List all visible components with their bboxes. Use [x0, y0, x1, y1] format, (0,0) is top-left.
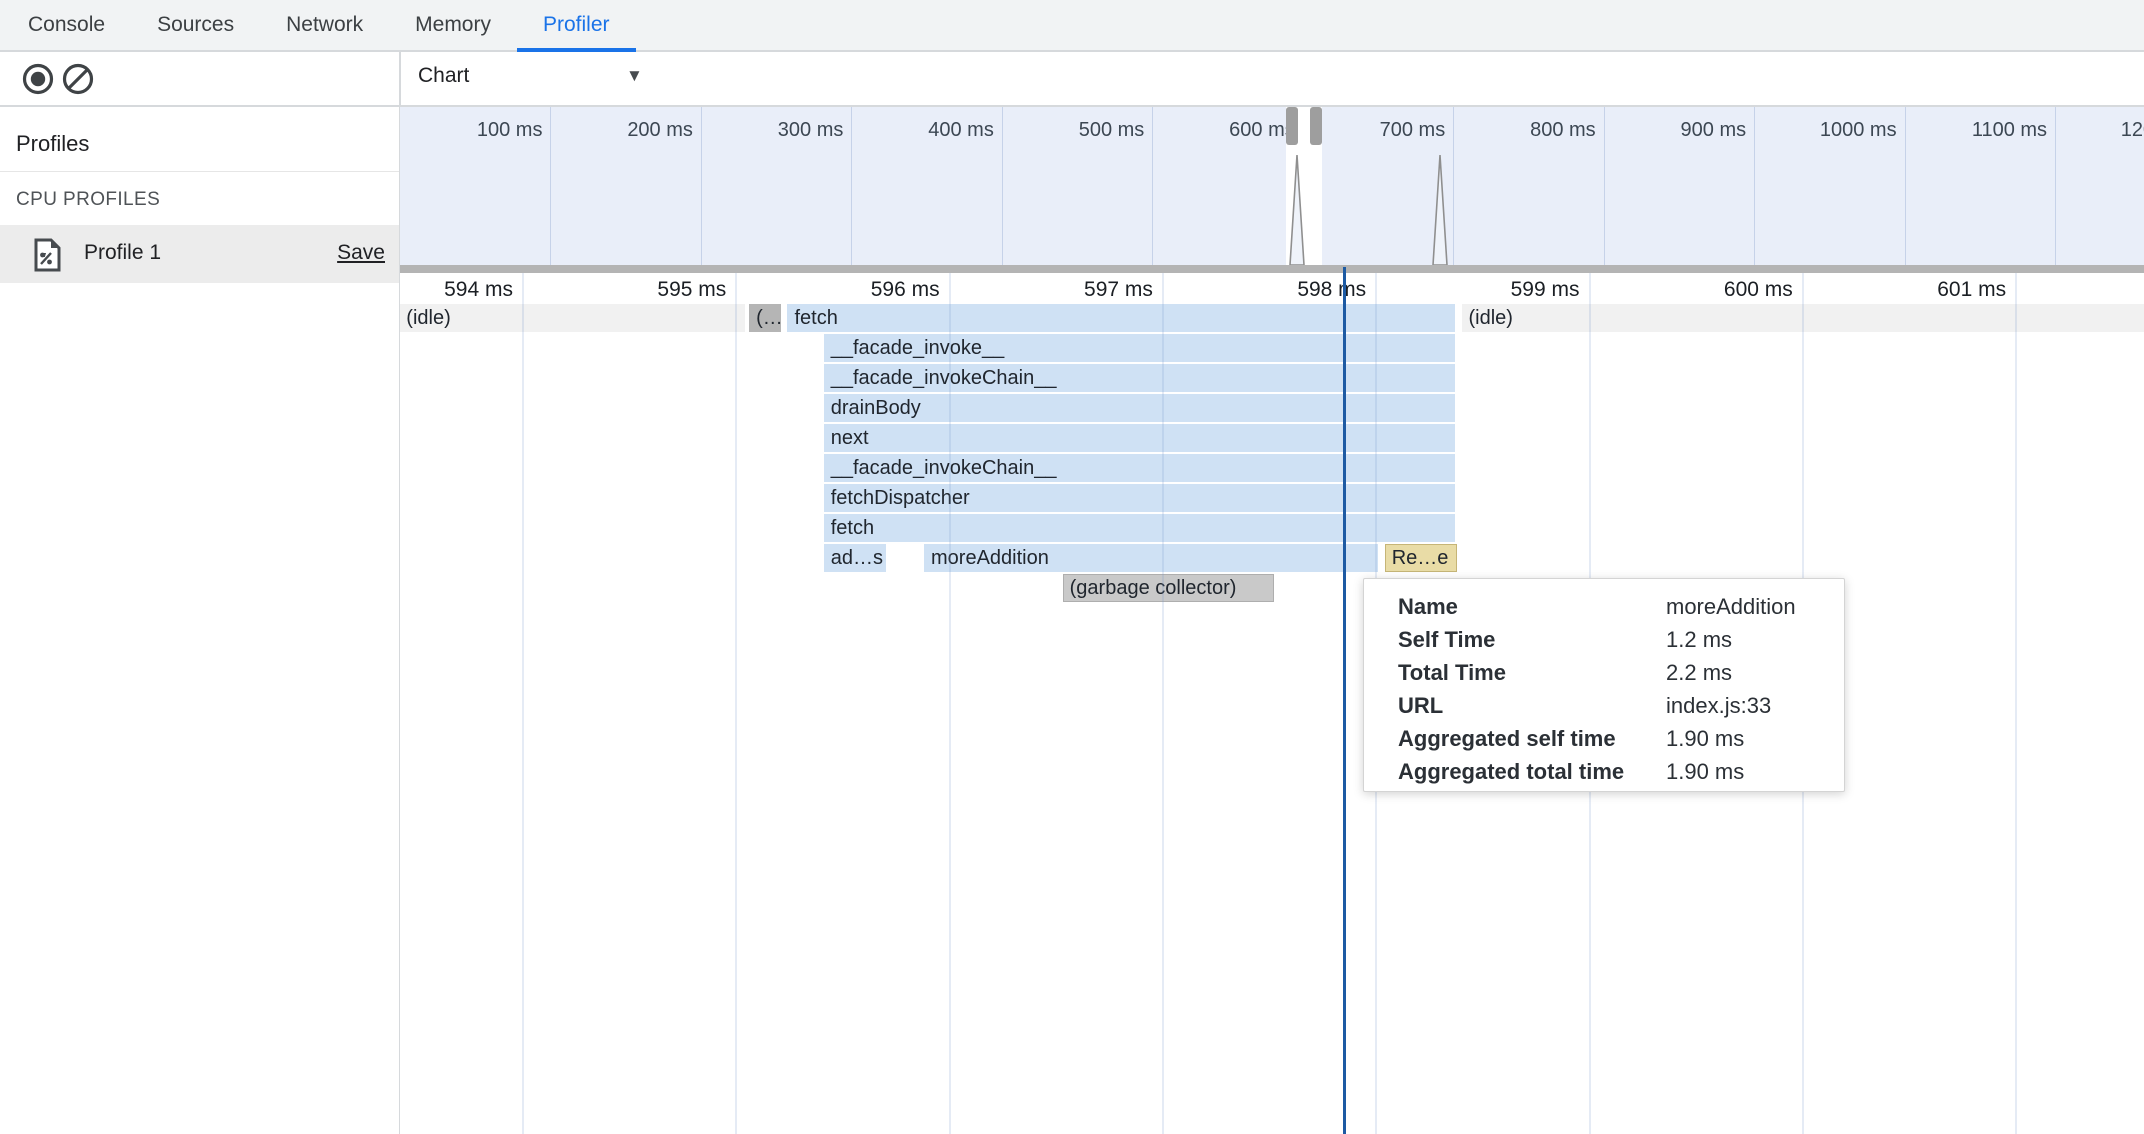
tooltip-row: Total Time2.2 ms: [1398, 660, 1834, 693]
flame-block-[interactable]: (…: [749, 304, 781, 332]
ruler-tick-label: 598 ms: [1246, 278, 1366, 302]
save-profile-link[interactable]: Save: [337, 241, 385, 265]
cpu-activity-spike: [1289, 153, 1305, 265]
tooltip-value: 2.2 ms: [1666, 660, 1732, 693]
tooltip-label: Aggregated self time: [1398, 726, 1666, 759]
overview-tick-label: 100 ms: [422, 119, 542, 142]
tab-network[interactable]: Network: [260, 0, 389, 52]
frame-tooltip: NamemoreAdditionSelf Time1.2 msTotal Tim…: [1363, 578, 1845, 792]
flame-block-next[interactable]: next: [824, 424, 1456, 452]
tooltip-value: 1.90 ms: [1666, 759, 1744, 792]
flame-block-moreaddition[interactable]: moreAddition: [924, 544, 1378, 572]
tooltip-row: NamemoreAddition: [1398, 594, 1834, 627]
overview-tick-label: 200 ms: [573, 119, 693, 142]
cpu-activity-spike: [1432, 153, 1448, 265]
flame-chart-stage: 100 ms 200 ms 300 ms 400 ms 500 ms 600 ms 700 …: [400, 107, 2144, 1134]
timeline-overview[interactable]: 100 ms 200 ms 300 ms 400 ms 500 ms 600 ms 700 …: [400, 107, 2144, 265]
flame-block-drainbody[interactable]: drainBody: [824, 394, 1456, 422]
tooltip-label: Name: [1398, 594, 1666, 627]
overview-separator: [1754, 107, 1755, 265]
flame-block-facade-invokechain[interactable]: __facade_invokeChain__: [824, 454, 1456, 482]
overview-tick-label: 1200 ms: [2078, 119, 2144, 142]
overview-separator: [851, 107, 852, 265]
profile-name: Profile 1: [84, 241, 161, 265]
flame-block-idle[interactable]: (idle): [400, 304, 745, 332]
timeline-gridline: [522, 273, 524, 1134]
tooltip-label: URL: [1398, 693, 1666, 726]
overview-separator: [2055, 107, 2056, 265]
clear-profiles-button[interactable]: [62, 63, 94, 95]
record-button[interactable]: [22, 63, 54, 95]
flame-block-fetch[interactable]: fetch: [787, 304, 1455, 332]
flame-block-fetchdispatcher[interactable]: fetchDispatcher: [824, 484, 1456, 512]
overview-tick-label: 400 ms: [874, 119, 994, 142]
tooltip-value: 1.90 ms: [1666, 726, 1744, 759]
profile-document-icon: ′: [32, 238, 62, 272]
chevron-down-icon: ▼: [626, 66, 643, 86]
tab-profiler[interactable]: Profiler: [517, 0, 636, 52]
cpu-profiles-section-heading: CPU PROFILES: [16, 189, 160, 211]
flame-block-idle[interactable]: (idle): [1462, 304, 2144, 332]
flame-block-fetch[interactable]: fetch: [824, 514, 1456, 542]
profiles-sidebar: Profiles CPU PROFILES ′ Profile 1 Save: [0, 107, 399, 1134]
overview-tick-label: 900 ms: [1626, 119, 1746, 142]
ruler-tick-label: 600 ms: [1673, 278, 1793, 302]
overview-tick-label: 700 ms: [1325, 119, 1445, 142]
profiles-heading: Profiles: [16, 131, 89, 157]
tooltip-row: Aggregated self time1.90 ms: [1398, 726, 1834, 759]
flame-block-re-e[interactable]: Re…e: [1385, 544, 1458, 572]
overview-separator: [1152, 107, 1153, 265]
tooltip-value: moreAddition: [1666, 594, 1796, 627]
tab-console[interactable]: Console: [2, 0, 131, 52]
tooltip-value: 1.2 ms: [1666, 627, 1732, 660]
tooltip-row: Aggregated total time1.90 ms: [1398, 759, 1834, 792]
view-mode-label: Chart: [418, 64, 469, 88]
overview-separator: [701, 107, 702, 265]
overview-separator: [1453, 107, 1454, 265]
devtools-tab-bar: ConsoleSourcesNetworkMemoryProfiler: [0, 0, 2144, 52]
overview-separator: [550, 107, 551, 265]
overview-separator: [1905, 107, 1906, 265]
flame-block-facade-invoke[interactable]: __facade_invoke__: [824, 334, 1456, 362]
detail-time-ruler: 594 ms 595 ms 596 ms 597 ms 598 ms 599 ms 600 …: [400, 273, 2144, 304]
profile-list-item[interactable]: ′ Profile 1 Save: [0, 225, 399, 283]
selection-handle-right[interactable]: [1310, 107, 1322, 145]
view-mode-select[interactable]: Chart ▼: [418, 52, 668, 105]
flame-block-ad-s[interactable]: ad…s: [824, 544, 886, 572]
ruler-tick-label: 596 ms: [820, 278, 940, 302]
timeline-gridline: [735, 273, 737, 1134]
tooltip-value: index.js:33: [1666, 693, 1771, 726]
overview-tick-label: 1000 ms: [1777, 119, 1897, 142]
ruler-tick-label: 595 ms: [606, 278, 726, 302]
ruler-tick-label: 594 ms: [400, 278, 513, 302]
overview-tick-label: 300 ms: [723, 119, 843, 142]
overview-bottom-strip: [400, 265, 2144, 273]
profiler-toolbar: Chart ▼: [0, 52, 2144, 107]
tooltip-row: URLindex.js:33: [1398, 693, 1834, 726]
overview-tick-label: 800 ms: [1476, 119, 1596, 142]
overview-separator: [1604, 107, 1605, 265]
selection-handle-left[interactable]: [1286, 107, 1298, 145]
tooltip-row: Self Time1.2 ms: [1398, 627, 1834, 660]
timeline-gridline: [2015, 273, 2017, 1134]
tab-memory[interactable]: Memory: [389, 0, 517, 52]
overview-tick-label: 600 ms: [1175, 119, 1295, 142]
sidebar-divider: [0, 171, 399, 172]
playhead-line: [1343, 267, 1346, 1134]
flame-block-garbage-collector[interactable]: (garbage collector): [1063, 574, 1274, 602]
tooltip-label: Total Time: [1398, 660, 1666, 693]
tab-sources[interactable]: Sources: [131, 0, 260, 52]
ruler-tick-label: 599 ms: [1460, 278, 1580, 302]
tooltip-label: Self Time: [1398, 627, 1666, 660]
overview-tick-label: 500 ms: [1024, 119, 1144, 142]
flame-block-facade-invokechain[interactable]: __facade_invokeChain__: [824, 364, 1456, 392]
overview-tick-label: 1100 ms: [1927, 119, 2047, 142]
ruler-tick-label: 601 ms: [1886, 278, 2006, 302]
tooltip-label: Aggregated total time: [1398, 759, 1666, 792]
overview-separator: [1002, 107, 1003, 265]
ruler-tick-label: 597 ms: [1033, 278, 1153, 302]
